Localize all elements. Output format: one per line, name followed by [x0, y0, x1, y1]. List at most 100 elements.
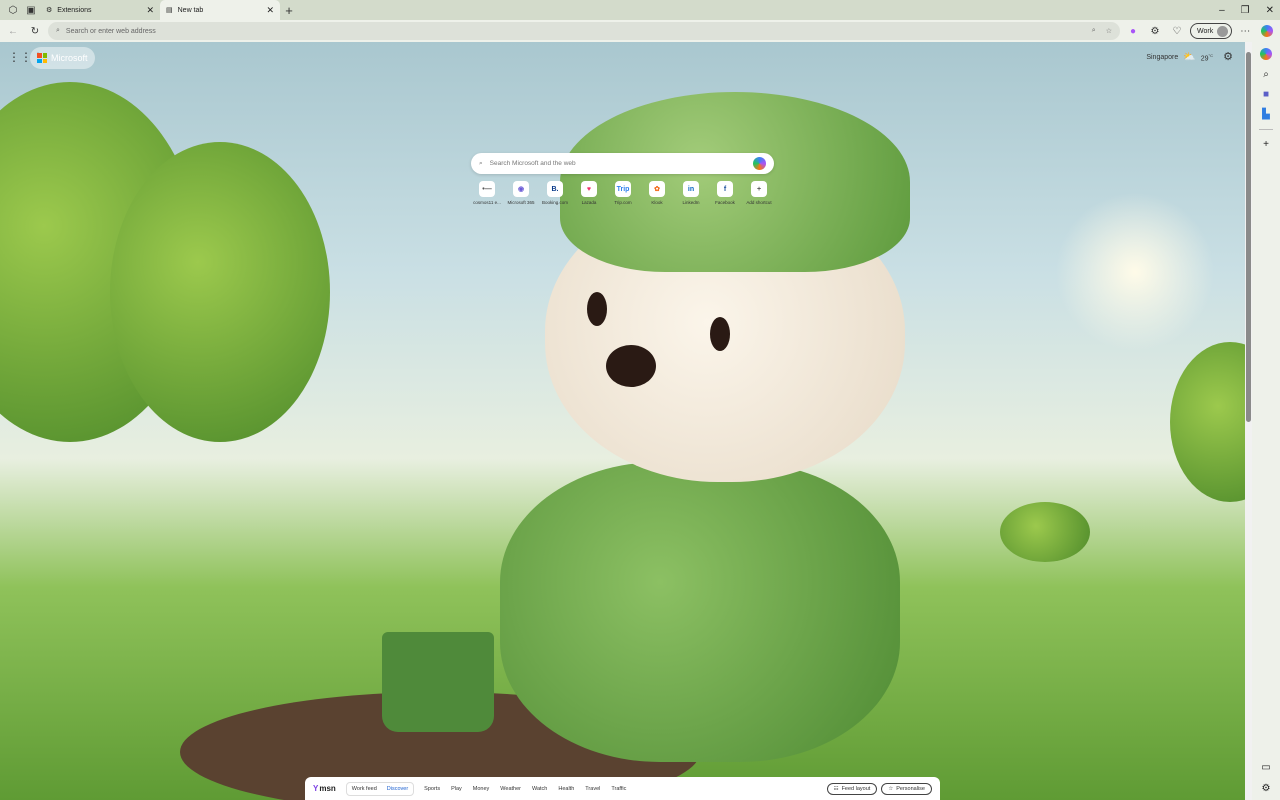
tab-title: New tab	[177, 6, 204, 14]
zoom-search-icon[interactable]: ⌕	[1092, 27, 1096, 35]
tab-discover[interactable]: Discover	[387, 786, 408, 792]
settings-gear-icon[interactable]: ⚙	[1223, 50, 1233, 63]
shortcut-icon: in	[683, 181, 699, 197]
address-input[interactable]: Search or enter web address	[66, 28, 156, 35]
vertical-scrollbar[interactable]	[1245, 42, 1252, 800]
new-tab-page: ⋮⋮⋮ Microsoft Singapore ⛅ 29°C ⚙ ⌕ Searc…	[0, 42, 1245, 800]
scrollbar-thumb[interactable]	[1246, 52, 1251, 422]
back-icon[interactable]: ←	[4, 22, 22, 40]
tab-title: Extensions	[57, 6, 92, 14]
personalise-icon: ☆	[888, 785, 894, 792]
copilot-icon[interactable]	[1260, 48, 1272, 60]
weather-temperature: 29	[1200, 55, 1209, 63]
shortcut-tile[interactable]: ♥ Lazada	[572, 181, 606, 205]
shortcut-icon: +	[751, 181, 767, 197]
web-search-box[interactable]: ⌕ Search Microsoft and the web	[471, 153, 774, 174]
shortcut-tile[interactable]: •— cosmos11 e...	[470, 181, 504, 205]
shortcuts-row: •— cosmos11 e... ◉ Microsoft 365 B. Booking.c…	[470, 181, 776, 205]
shortcut-icon: •—	[479, 181, 495, 197]
msn-nav-link[interactable]: Watch	[532, 786, 547, 792]
search-icon: ⌕	[479, 159, 483, 167]
extensions-icon[interactable]: ⚙	[1146, 22, 1164, 40]
msn-nav-link[interactable]: Travel	[585, 786, 600, 792]
weather-widget[interactable]: Singapore ⛅ 29°C	[1146, 52, 1213, 63]
shortcut-icon: f	[717, 181, 733, 197]
shortcut-tile[interactable]: ✿ Klook	[640, 181, 674, 205]
add-sidebar-app-icon[interactable]: +	[1263, 139, 1269, 150]
personalise-button[interactable]: ☆ Personalise	[881, 782, 932, 795]
shortcut-label: cosmos11 e...	[473, 200, 501, 205]
shortcut-icon: ♥	[581, 181, 597, 197]
search-icon: ⌕	[56, 27, 60, 34]
shortcut-tile[interactable]: f Facebook	[708, 181, 742, 205]
profile-label: Work	[1197, 27, 1214, 35]
edge-sidebar: ⌕ ■ ▙ + ▭ ⚙	[1252, 42, 1280, 800]
msn-nav-link[interactable]: Money	[473, 786, 490, 792]
copilot-icon[interactable]	[1258, 22, 1276, 40]
profile-button[interactable]: Work	[1190, 23, 1233, 39]
brand-text: Microsoft	[51, 53, 88, 63]
close-tab-icon[interactable]: ✕	[146, 5, 154, 16]
address-bar[interactable]: ⌕ Search or enter web address ⌕ ☆	[48, 22, 1120, 40]
newtab-icon: ▤	[166, 7, 173, 14]
shortcut-tile[interactable]: B. Booking.com	[538, 181, 572, 205]
translator-icon[interactable]: ▙	[1262, 109, 1270, 120]
feed-switcher: Work feed Discover	[345, 781, 415, 796]
msn-nav-link[interactable]: Play	[451, 786, 462, 792]
shortcut-label: LinkedIn	[682, 200, 700, 205]
shortcut-icon: B.	[547, 181, 563, 197]
tab-strip: ⬡ ▣ ⚙ Extensions ✕ ▤ New tab ✕ + – ❐ ✕	[0, 0, 1280, 20]
sidebar-settings-icon[interactable]: ⚙	[1262, 783, 1271, 794]
navigation-toolbar: ← ↻ ⌕ Search or enter web address ⌕ ☆ ● …	[0, 20, 1280, 42]
shortcut-tile[interactable]: + Add shortcut	[742, 181, 776, 205]
close-tab-icon[interactable]: ✕	[266, 5, 274, 16]
partly-cloudy-icon: ⛅	[1183, 52, 1196, 63]
browser-essentials-icon[interactable]: ♡	[1168, 22, 1186, 40]
close-window-icon[interactable]: ✕	[1266, 5, 1274, 16]
tab-new-tab[interactable]: ▤ New tab ✕	[160, 0, 280, 20]
microsoft-logo[interactable]: Microsoft	[30, 47, 95, 69]
msn-feed-bar: Ymsn Work feed Discover Sports Play Money W…	[305, 777, 940, 800]
refresh-icon[interactable]: ↻	[26, 22, 44, 40]
restore-icon[interactable]: ❐	[1241, 5, 1250, 16]
extensions-icon: ⚙	[46, 7, 53, 14]
tab-work-feed[interactable]: Work feed	[352, 786, 377, 792]
minimize-icon[interactable]: –	[1219, 5, 1225, 16]
shortcut-label: Klook	[651, 200, 663, 205]
msn-nav-link[interactable]: Health	[558, 786, 574, 792]
msn-nav-link[interactable]: Traffic	[611, 786, 626, 792]
favorite-star-icon[interactable]: ☆	[1106, 27, 1112, 35]
shortcut-label: Lazada	[581, 200, 597, 205]
msn-logo[interactable]: Ymsn	[313, 784, 336, 793]
shortcut-tile[interactable]: in LinkedIn	[674, 181, 708, 205]
copilot-extension-icon[interactable]: ●	[1124, 22, 1142, 40]
more-options-icon[interactable]: ⋯	[1236, 22, 1254, 40]
microsoft-icon	[37, 53, 47, 63]
shortcut-tile[interactable]: Trip Trip.com	[606, 181, 640, 205]
shortcut-tile[interactable]: ◉ Microsoft 365	[504, 181, 538, 205]
shortcut-label: Facebook	[715, 200, 735, 205]
msn-nav-link[interactable]: Weather	[500, 786, 521, 792]
shortcut-label: Trip.com	[614, 200, 632, 205]
shortcut-icon: Trip	[615, 181, 631, 197]
shortcut-icon: ◉	[513, 181, 529, 197]
weather-unit: °C	[1208, 52, 1214, 58]
avatar	[1217, 25, 1229, 37]
msn-nav-link[interactable]: Sports	[424, 786, 440, 792]
feed-layout-button[interactable]: ☷ Feed layout	[826, 782, 878, 795]
shortcut-label: Booking.com	[541, 200, 568, 205]
new-tab-button[interactable]: +	[280, 1, 298, 19]
shortcut-icon: ✿	[649, 181, 665, 197]
tab-extensions[interactable]: ⚙ Extensions ✕	[40, 0, 160, 20]
tab-actions-icon[interactable]: ▣	[22, 1, 40, 19]
copilot-icon[interactable]	[753, 157, 766, 170]
hide-sidebar-icon[interactable]: ▭	[1261, 762, 1270, 773]
workspaces-icon[interactable]: ⬡	[4, 1, 22, 19]
divider	[1259, 129, 1273, 130]
search-input[interactable]: Search Microsoft and the web	[490, 160, 576, 167]
shortcut-label: Add shortcut	[746, 200, 772, 205]
search-icon[interactable]: ⌕	[1263, 69, 1269, 80]
layout-icon: ☷	[833, 785, 839, 792]
shortcut-label: Microsoft 365	[507, 200, 535, 205]
teams-icon[interactable]: ■	[1263, 89, 1269, 100]
